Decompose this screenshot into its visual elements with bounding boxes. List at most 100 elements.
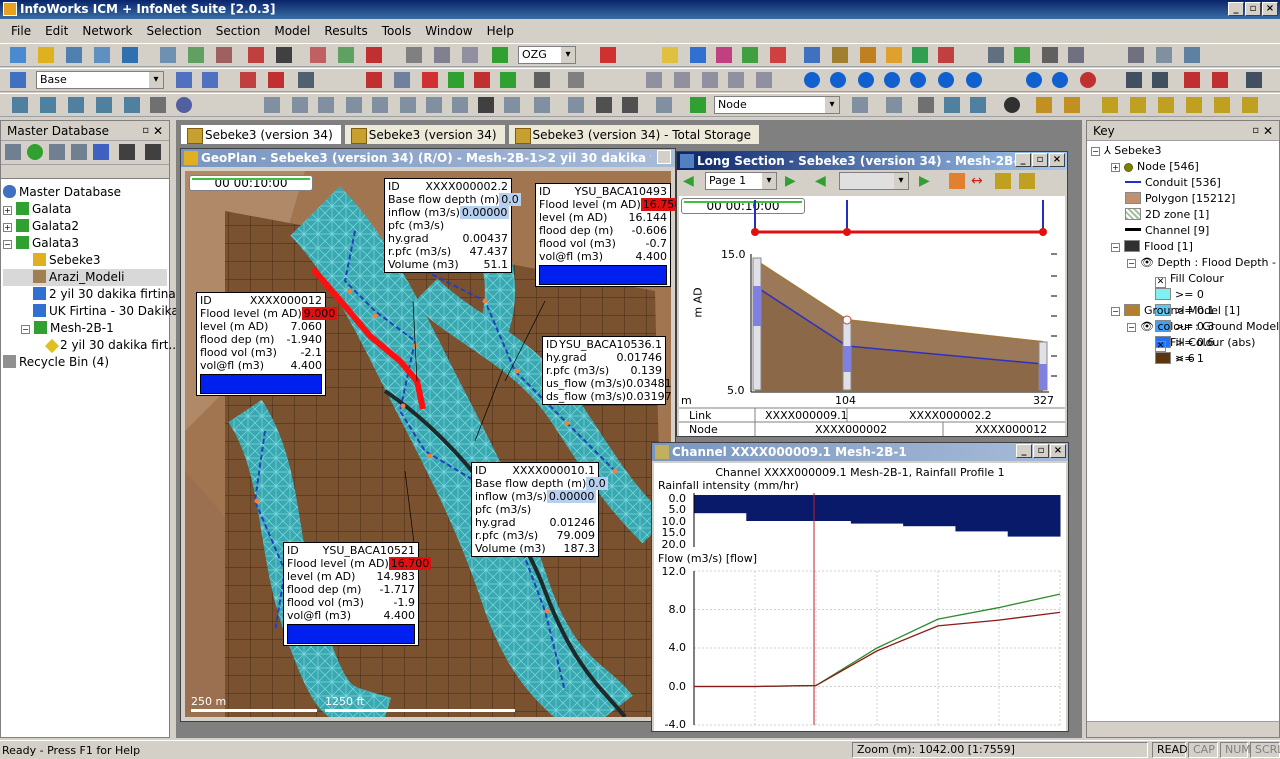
properties-icon[interactable]	[1246, 72, 1262, 88]
layer-combo[interactable]: Node	[714, 96, 840, 114]
ls-props-icon[interactable]	[1019, 173, 1035, 189]
sql-icon[interactable]	[366, 72, 382, 88]
tree-item-master-database[interactable]: Master Database	[3, 184, 167, 201]
layer-d-icon[interactable]	[346, 97, 362, 113]
window-icon[interactable]	[988, 47, 1004, 63]
info-tool-icon[interactable]	[1004, 97, 1020, 113]
view-icon[interactable]	[534, 72, 550, 88]
menu-tools[interactable]: Tools	[375, 20, 419, 42]
ls-next-icon[interactable]: ▶	[785, 173, 801, 189]
trace-up-icon[interactable]	[474, 72, 490, 88]
target-icon[interactable]	[1014, 47, 1030, 63]
tag-icon[interactable]	[240, 72, 256, 88]
menu-model[interactable]: Model	[267, 20, 317, 42]
key-item-channel[interactable]: Channel [9]	[1091, 223, 1279, 239]
collapse-icon[interactable]: −	[1127, 323, 1136, 332]
collapse-icon[interactable]: −	[1127, 259, 1136, 268]
copy-icon[interactable]	[434, 47, 450, 63]
ls-chart-icon[interactable]	[949, 173, 965, 189]
binoculars-icon[interactable]	[119, 144, 135, 160]
key-item-node[interactable]: + Node [546]	[1091, 159, 1279, 175]
tree-item-rainfall-2yil[interactable]: 2 yil 30 dakika firtina	[3, 286, 176, 303]
import-icon[interactable]	[94, 47, 110, 63]
db-refresh-icon[interactable]	[27, 144, 43, 160]
menu-network[interactable]: Network	[75, 20, 139, 42]
theme-f-icon[interactable]	[1242, 97, 1258, 113]
scissors-icon[interactable]	[1042, 47, 1058, 63]
split-icon[interactable]	[1068, 47, 1084, 63]
layer-f-icon[interactable]	[400, 97, 416, 113]
filter-icon[interactable]	[298, 72, 314, 88]
property-icon[interactable]	[852, 97, 868, 113]
delete-grid-icon[interactable]	[268, 72, 284, 88]
tab-total-storage[interactable]: Sebeke3 (version 34) - Total Storage	[507, 124, 761, 144]
checkmark-icon[interactable]	[600, 47, 616, 63]
measure-icon[interactable]	[596, 97, 612, 113]
zoom-window-icon[interactable]	[124, 97, 140, 113]
ch-minimize-button[interactable]: _	[1016, 444, 1032, 458]
polygon-tool-icon[interactable]	[702, 72, 718, 88]
key-item-ground-model[interactable]: − Ground Model [1]	[1091, 303, 1279, 319]
menu-results[interactable]: Results	[317, 20, 374, 42]
menu-file[interactable]: File	[4, 20, 38, 42]
grid-icon[interactable]	[690, 47, 706, 63]
print-icon[interactable]	[1184, 72, 1200, 88]
key-horizontal-scrollbar[interactable]	[1087, 721, 1279, 737]
link-tool-icon[interactable]	[674, 72, 690, 88]
new-object-icon[interactable]	[38, 47, 54, 63]
chart-icon[interactable]	[716, 47, 732, 63]
pin-icon[interactable]: ▫	[142, 121, 149, 141]
zoom-in-icon[interactable]	[40, 97, 56, 113]
info-icon[interactable]	[1052, 72, 1068, 88]
refresh-icon[interactable]	[366, 47, 382, 63]
theme-c-icon[interactable]	[1158, 97, 1174, 113]
tree-item-arazi-modeli[interactable]: Arazi_Modeli	[3, 269, 167, 286]
key-item-fill-colour-abs[interactable]: ✕ Fill Colour (abs)	[1091, 335, 1279, 352]
theme-b-icon[interactable]	[1130, 97, 1146, 113]
flip-icon[interactable]	[176, 72, 192, 88]
sort-icon[interactable]	[93, 144, 109, 160]
key-item-2d-zone[interactable]: 2D zone [1]	[1091, 207, 1279, 223]
report-icon[interactable]	[1126, 72, 1142, 88]
pointer-icon[interactable]	[478, 97, 494, 113]
collapse-icon[interactable]: −	[1111, 243, 1120, 252]
cut-icon[interactable]	[406, 47, 422, 63]
step-back-icon[interactable]	[830, 72, 846, 88]
save-icon[interactable]	[160, 47, 176, 63]
revert-icon[interactable]	[216, 47, 232, 63]
ls-minimize-button[interactable]: _	[1015, 153, 1031, 167]
table-icon[interactable]	[804, 47, 820, 63]
ls-arrows-icon[interactable]: ↔	[971, 173, 987, 189]
clock-icon[interactable]	[1128, 47, 1144, 63]
key-item-polygon[interactable]: Polygon [15212]	[1091, 191, 1279, 207]
export-grid-icon[interactable]	[1212, 72, 1228, 88]
key-item-flood[interactable]: − Flood [1]	[1091, 239, 1279, 255]
expand-icon[interactable]: +	[3, 206, 12, 215]
menu-edit[interactable]: Edit	[38, 20, 75, 42]
menu-help[interactable]: Help	[480, 20, 521, 42]
ruler-icon[interactable]	[656, 97, 672, 113]
layer-e-icon[interactable]	[372, 97, 388, 113]
trace-icon[interactable]	[448, 72, 464, 88]
tab-sebeke3-grid[interactable]: Sebeke3 (version 34)	[343, 124, 506, 144]
layer-a-icon[interactable]	[264, 97, 280, 113]
globe-icon[interactable]	[1026, 72, 1042, 88]
pan-icon[interactable]	[12, 97, 28, 113]
ch-maximize-button[interactable]: ▫	[1033, 444, 1049, 458]
menu-section[interactable]: Section	[209, 20, 268, 42]
layer-g-icon[interactable]	[426, 97, 442, 113]
paste-icon[interactable]	[462, 47, 478, 63]
run-icon[interactable]	[938, 47, 954, 63]
key-item-depth-theme[interactable]: − 👁 Depth : Flood Depth - Fi	[1091, 255, 1279, 271]
validate-icon[interactable]	[248, 47, 264, 63]
ls-back-icon[interactable]: ◀	[815, 173, 831, 189]
select-area-icon[interactable]	[504, 97, 520, 113]
key-item-ground-colour-theme[interactable]: − 👁 colour : Ground Model -	[1091, 319, 1279, 335]
layer-b-icon[interactable]	[292, 97, 308, 113]
tree-item-uk-firtina[interactable]: UK Firtina - 30 Dakika	[3, 303, 179, 320]
new-item-icon[interactable]	[662, 47, 678, 63]
trace-down-icon[interactable]	[500, 72, 516, 88]
tree-item-recycle-bin[interactable]: Recycle Bin (4)	[3, 354, 167, 371]
ls-range-combo[interactable]	[839, 172, 909, 190]
panel-close-icon[interactable]: ✕	[153, 121, 163, 141]
